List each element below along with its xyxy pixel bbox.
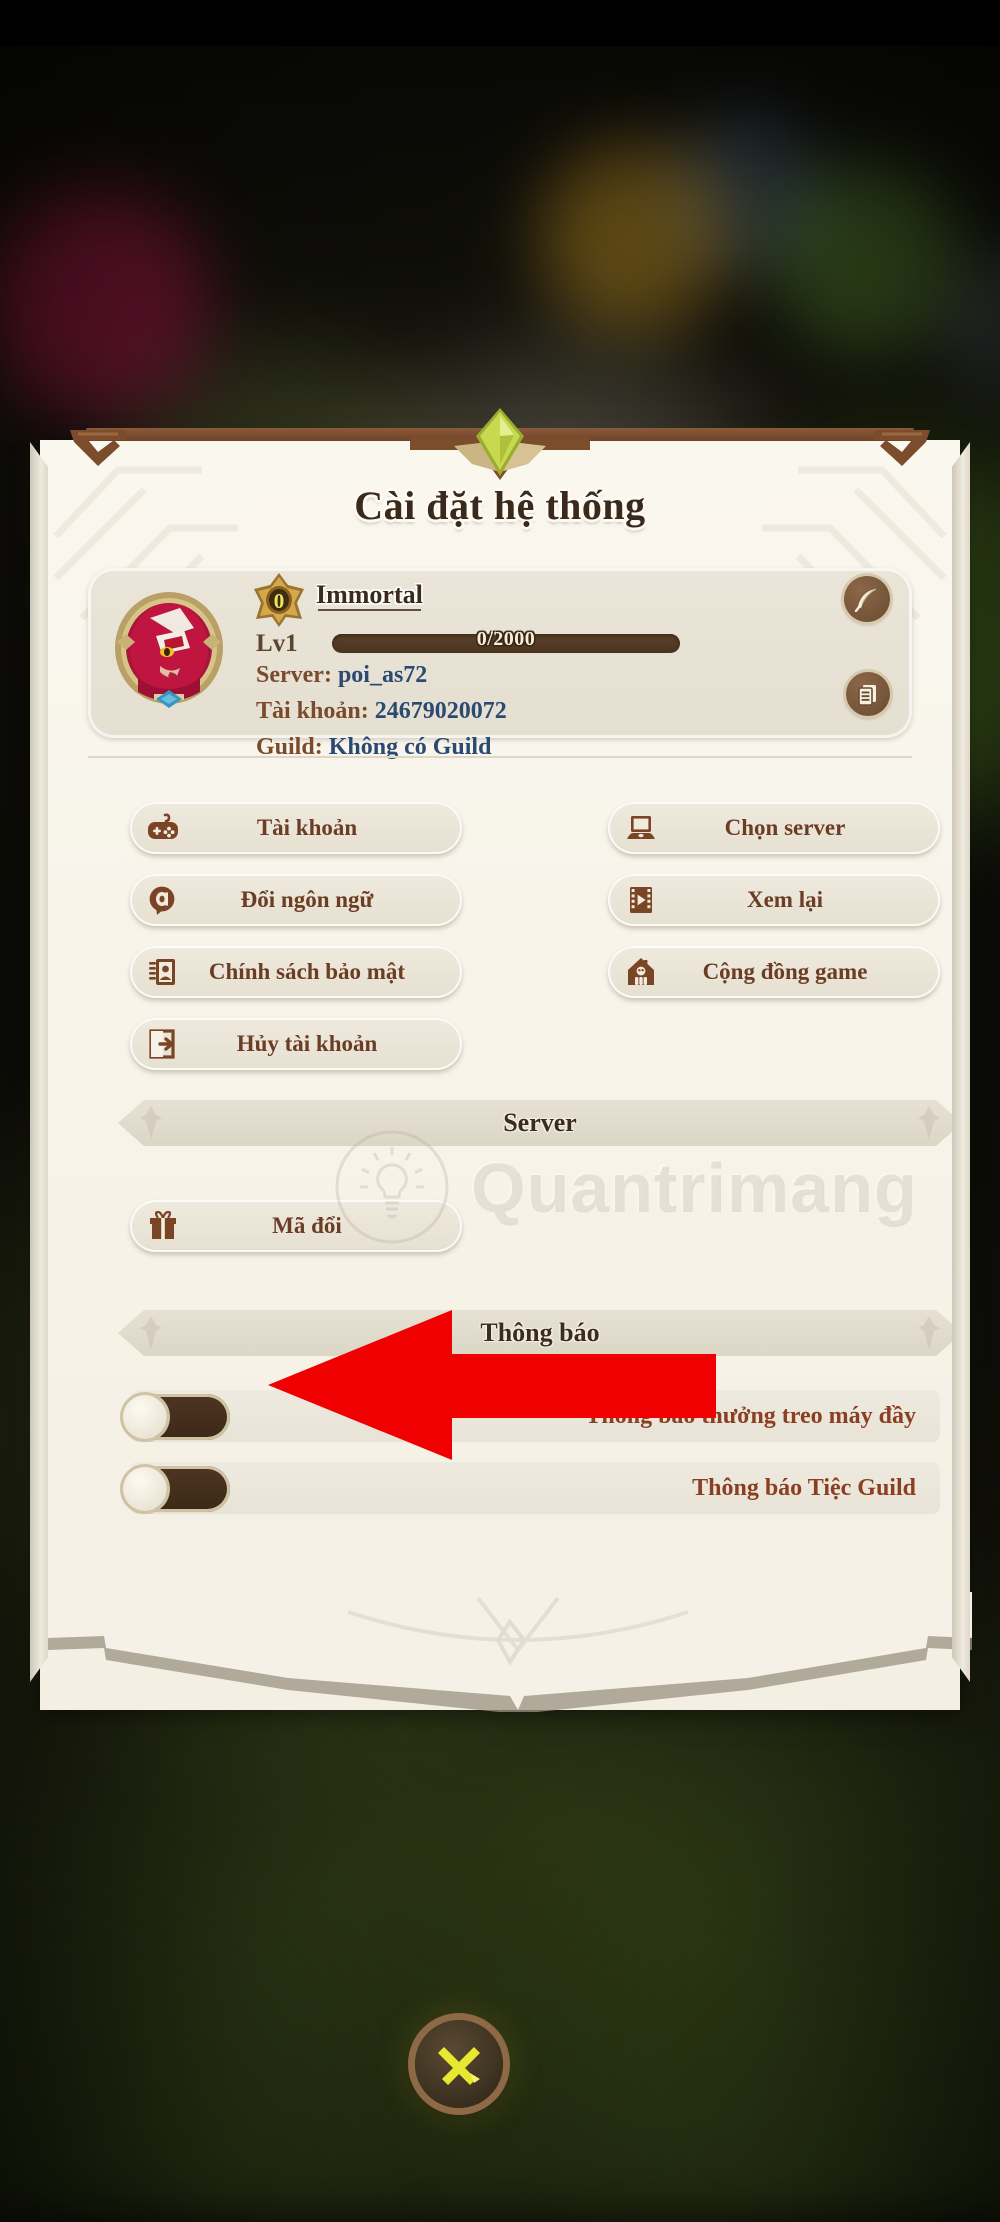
panel-crest-ornament — [410, 408, 590, 480]
menu-button-privacy-policy[interactable]: Chính sách bảo mật — [130, 946, 462, 998]
gift-icon — [146, 1209, 180, 1243]
account-value: 24679020072 — [374, 698, 507, 724]
close-button[interactable] — [415, 2020, 503, 2108]
xp-progress-text: 0/2000 — [476, 628, 536, 650]
menu-button-label: Chính sách bảo mật — [208, 959, 406, 984]
menu-button-label: Tài khoản — [256, 815, 358, 840]
section-banner-server: Server — [118, 1100, 962, 1146]
banner-ornament-right-icon — [918, 1106, 940, 1140]
corner-hook-right-icon — [874, 430, 930, 466]
scroll-bottom-edge — [48, 1592, 972, 1712]
setting-row-guild-party-notification: Thông báo Tiệc Guild — [122, 1462, 940, 1514]
film-icon — [624, 883, 658, 917]
profile-divider — [88, 756, 912, 758]
profile-row-account: Tài khoản: 24679020072 — [256, 698, 507, 725]
toggle-knob — [123, 1467, 167, 1511]
redeem-code-label: Mã đổi — [272, 1213, 342, 1238]
corner-hook-left-icon — [70, 430, 126, 466]
banner-ornament-left-icon — [140, 1106, 162, 1140]
player-profile-card: 0 0 Immortal Lv1 0/2000 Server:poi_as72 … — [88, 568, 912, 760]
speech-bubble-icon — [146, 883, 180, 917]
quill-icon — [854, 588, 877, 612]
banner-ornament-right-icon — [918, 1316, 940, 1350]
redeem-code-button[interactable]: Mã đổi — [130, 1200, 462, 1252]
laptop-icon — [624, 811, 658, 845]
setting-row-label: Thông báo Tiệc Guild — [692, 1474, 916, 1501]
house-icon — [624, 955, 658, 989]
gamepad-icon — [146, 811, 180, 845]
panel-edge-left — [30, 442, 48, 1682]
section-banner-label: Server — [503, 1108, 577, 1137]
system-settings-dialog: Cài đặt hệ thống 0 Immortal Lv1 0/2000 S… — [30, 408, 972, 1758]
menu-button-label: Đổi ngôn ngữ — [240, 887, 374, 912]
menu-button-choose-server[interactable]: Chọn server — [608, 802, 940, 854]
dialog-paper-body: Cài đặt hệ thống 0 Immortal Lv1 0/2000 S… — [40, 440, 972, 1712]
player-level: Lv1 — [256, 630, 298, 657]
red-pointer-arrow — [268, 1310, 716, 1460]
menu-button-label: Cộng đồng game — [702, 959, 868, 984]
account-label: Tài khoản: — [256, 698, 369, 724]
rank-badge-number: 0 — [274, 589, 285, 613]
panel-edge-right — [952, 442, 970, 1682]
x-icon — [438, 2047, 480, 2085]
toggle-knob — [123, 1395, 167, 1439]
toggle-guild-party-notification[interactable] — [122, 1466, 230, 1512]
server-label: Server: — [256, 662, 332, 688]
toggle-idle-reward-notification[interactable] — [122, 1394, 230, 1440]
menu-button-replay[interactable]: Xem lại — [608, 874, 940, 926]
menu-button-account[interactable]: Tài khoản — [130, 802, 462, 854]
menu-button-change-language[interactable]: Đổi ngôn ngữ — [130, 874, 462, 926]
menu-button-label: Hủy tài khoản — [236, 1031, 378, 1056]
exit-door-icon — [146, 1027, 180, 1061]
status-bar-area — [0, 0, 1000, 46]
menu-button-label: Xem lại — [746, 887, 823, 912]
player-name: Immortal — [316, 580, 423, 611]
menu-button-label: Chọn server — [724, 815, 846, 840]
banner-ornament-left-icon — [140, 1316, 162, 1350]
player-avatar[interactable] — [110, 582, 228, 708]
menu-button-game-community[interactable]: Cộng đồng game — [608, 946, 940, 998]
menu-button-delete-account[interactable]: Hủy tài khoản — [130, 1018, 462, 1070]
rank-badge: 0 — [254, 573, 304, 627]
copy-icon — [858, 685, 876, 706]
server-value: poi_as72 — [337, 662, 428, 688]
contact-book-icon — [146, 955, 180, 989]
profile-row-server: Server: poi_as72 — [256, 662, 427, 689]
edit-name-button[interactable] — [844, 576, 890, 622]
copy-account-button[interactable] — [846, 672, 890, 716]
